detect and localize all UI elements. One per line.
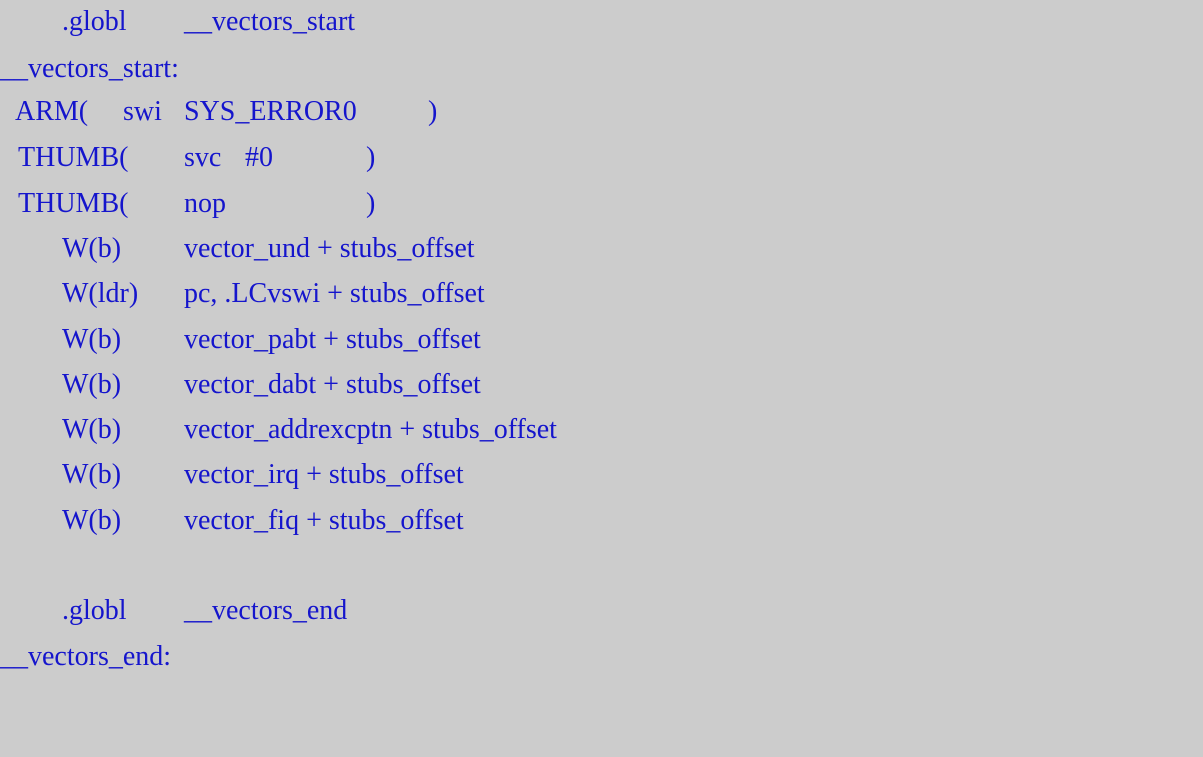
macro-text: W(b) <box>62 233 122 264</box>
instruction-text: swi <box>123 96 162 127</box>
code-line-vector-fiq: W(b) vector_fiq + stubs_offset <box>0 501 464 541</box>
code-listing: .globl __vectors_start __vectors_start: … <box>0 0 1203 676</box>
code-line-thumb-nop: THUMB( nop ) <box>0 184 375 224</box>
close-paren-text: ) <box>366 142 376 173</box>
macro-text: THUMB( <box>18 188 129 219</box>
code-line-globl-vectors-start: .globl __vectors_start <box>0 2 355 42</box>
symbol-text: __vectors_start <box>184 6 356 37</box>
operand-text: #0 <box>245 142 273 173</box>
macro-text: W(b) <box>62 414 122 445</box>
code-line-thumb-svc: THUMB( svc #0 ) <box>0 138 375 178</box>
directive-text: .globl <box>62 595 127 626</box>
code-line-globl-vectors-end: .globl __vectors_end <box>0 591 347 631</box>
code-line-vector-pabt: W(b) vector_pabt + stubs_offset <box>0 320 481 360</box>
macro-text: THUMB( <box>18 142 129 173</box>
code-line-arm-swi: ARM( swi SYS_ERROR0 ) <box>0 92 437 132</box>
close-paren-text: ) <box>366 188 376 219</box>
code-line-label-vectors-end: __vectors_end: <box>0 637 171 677</box>
operand-text: SYS_ERROR0 <box>184 96 357 127</box>
code-line-vector-addrexcptn: W(b) vector_addrexcptn + stubs_offset <box>0 410 557 450</box>
operand-text: vector_addrexcptn + stubs_offset <box>184 414 557 445</box>
operand-text: vector_und + stubs_offset <box>184 233 475 264</box>
label-text: __vectors_end: <box>0 641 172 672</box>
macro-text: W(b) <box>62 459 122 490</box>
code-line-lcvswi: W(ldr) pc, .LCvswi + stubs_offset <box>0 274 485 314</box>
operand-text: vector_dabt + stubs_offset <box>184 369 481 400</box>
instruction-text: nop <box>184 188 226 219</box>
code-line-vector-dabt: W(b) vector_dabt + stubs_offset <box>0 365 481 405</box>
operand-text: vector_irq + stubs_offset <box>184 459 464 490</box>
directive-text: .globl <box>62 6 127 37</box>
macro-text: W(b) <box>62 369 122 400</box>
close-paren-text: ) <box>428 96 438 127</box>
symbol-text: __vectors_end <box>184 595 348 626</box>
operand-text: pc, .LCvswi + stubs_offset <box>184 278 485 309</box>
instruction-text: svc <box>184 142 222 173</box>
code-line-vector-irq: W(b) vector_irq + stubs_offset <box>0 455 464 495</box>
operand-text: vector_fiq + stubs_offset <box>184 505 464 536</box>
macro-text: W(b) <box>62 505 122 536</box>
macro-text: ARM( <box>15 96 89 127</box>
macro-text: W(ldr) <box>62 278 139 309</box>
macro-text: W(b) <box>62 324 122 355</box>
code-line-vector-und: W(b) vector_und + stubs_offset <box>0 229 475 269</box>
operand-text: vector_pabt + stubs_offset <box>184 324 481 355</box>
label-text: __vectors_start: <box>0 53 179 84</box>
code-line-label-vectors-start: __vectors_start: <box>0 49 179 89</box>
